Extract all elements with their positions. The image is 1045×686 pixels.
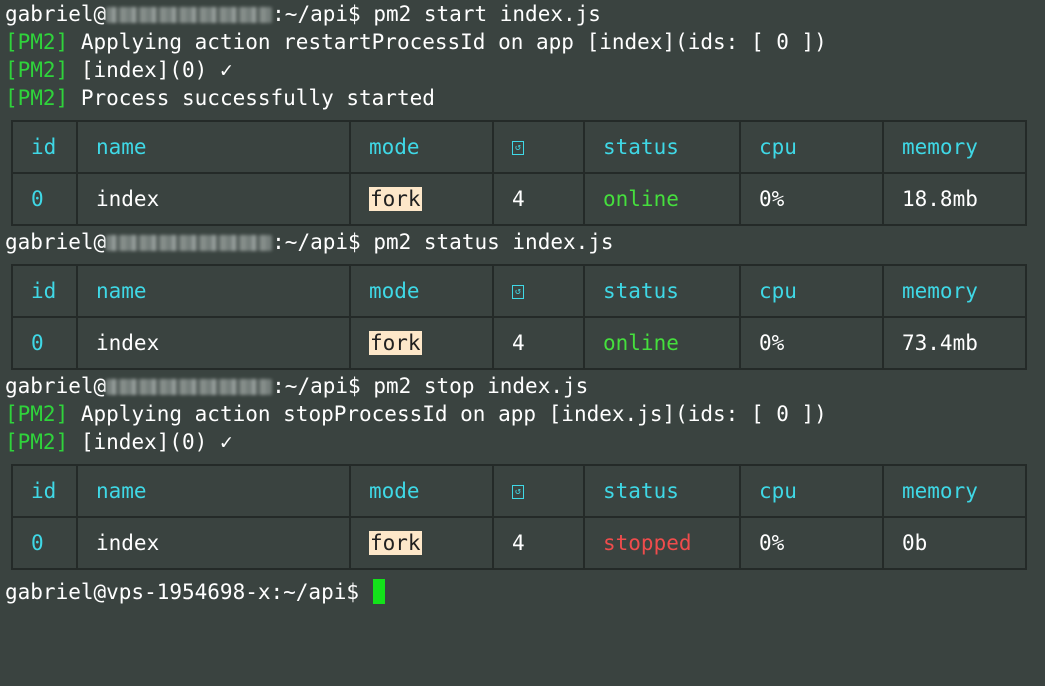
header-name: name: [76, 120, 351, 174]
header-cpu: cpu: [739, 120, 884, 174]
header-mode: mode: [349, 120, 494, 174]
header-restarts: ↺: [492, 120, 585, 174]
cell-restarts: 4: [492, 316, 585, 370]
prompt-text: gabriel@vps-1954698-x:~/api$: [5, 580, 360, 604]
header-memory: memory: [882, 264, 1027, 318]
prompt-line: gabriel@x:~/api$ pm2 status index.js: [5, 228, 1040, 256]
header-name: name: [76, 264, 351, 318]
restart-glyph-icon: ↺: [512, 141, 524, 155]
cell-cpu: 0%: [739, 172, 884, 226]
command-text: pm2 start index.js: [373, 2, 601, 26]
table-header-row: id name mode ↺ status cpu memory: [11, 464, 1027, 518]
terminal-cursor[interactable]: [372, 579, 385, 604]
prompt-user: gabriel@: [5, 230, 107, 254]
pm2-output-line: [PM2] Applying action stopProcessId on a…: [5, 400, 1040, 428]
terminal-window[interactable]: { "session_1": { "prompt_user": "gabriel…: [0, 0, 1045, 686]
cell-status: online: [583, 172, 741, 226]
cell-cpu: 0%: [739, 316, 884, 370]
header-mode: mode: [349, 464, 494, 518]
header-status: status: [583, 120, 741, 174]
cell-mode: fork: [349, 172, 494, 226]
cell-name: index: [76, 172, 351, 226]
header-memory: memory: [882, 120, 1027, 174]
pm2-output-line: [PM2] [index](0) ✓: [5, 428, 1040, 456]
command-text: pm2 status index.js: [373, 230, 614, 254]
cell-name: index: [76, 516, 351, 570]
header-memory: memory: [882, 464, 1027, 518]
table-row: 0 index fork 4 stopped 0% 0b: [11, 516, 1027, 570]
header-restarts: ↺: [492, 464, 585, 518]
cell-status: online: [583, 316, 741, 370]
header-id: id: [11, 264, 78, 318]
redacted-hostname: x: [106, 235, 273, 251]
cell-restarts: 4: [492, 172, 585, 226]
header-id: id: [11, 464, 78, 518]
header-id: id: [11, 120, 78, 174]
pm2-message: Process successfully started: [80, 86, 435, 110]
pm2-output-line: [PM2] Applying action restartProcessId o…: [5, 28, 1040, 56]
mode-badge: fork: [369, 331, 422, 355]
header-status: status: [583, 464, 741, 518]
pm2-output-line: [PM2] [index](0) ✓: [5, 56, 1040, 84]
redacted-hostname: x: [106, 7, 273, 23]
prompt-user: gabriel@: [5, 374, 107, 398]
pm2-message: Applying action stopProcessId on app [in…: [80, 402, 827, 426]
header-cpu: cpu: [739, 264, 884, 318]
restart-glyph-icon: ↺: [512, 285, 524, 299]
cell-memory: 73.4mb: [882, 316, 1027, 370]
pm2-output-line: [PM2] Process successfully started: [5, 84, 1040, 112]
table-header-row: id name mode ↺ status cpu memory: [11, 120, 1027, 174]
prompt-line: gabriel@x:~/api$ pm2 start index.js: [5, 0, 1040, 28]
pm2-tag: [PM2]: [5, 58, 69, 82]
pm2-tag: [PM2]: [5, 402, 69, 426]
header-name: name: [76, 464, 351, 518]
pm2-message: [index](0) ✓: [80, 430, 233, 454]
cell-mode: fork: [349, 316, 494, 370]
redacted-hostname: x: [106, 379, 273, 395]
active-prompt-line[interactable]: gabriel@vps-1954698-x:~/api$: [5, 578, 1040, 606]
header-restarts: ↺: [492, 264, 585, 318]
cell-cpu: 0%: [739, 516, 884, 570]
cell-id: 0: [11, 516, 78, 570]
cell-mode: fork: [349, 516, 494, 570]
prompt-path: :~/api$: [272, 374, 361, 398]
process-table: id name mode ↺ status cpu memory 0 index…: [11, 120, 1040, 226]
cell-id: 0: [11, 316, 78, 370]
pm2-tag: [PM2]: [5, 30, 69, 54]
prompt-line: gabriel@x:~/api$ pm2 stop index.js: [5, 372, 1040, 400]
table-header-row: id name mode ↺ status cpu memory: [11, 264, 1027, 318]
process-table: id name mode ↺ status cpu memory 0 index…: [11, 464, 1040, 570]
table-row: 0 index fork 4 online 0% 73.4mb: [11, 316, 1027, 370]
cell-status: stopped: [583, 516, 741, 570]
process-table: id name mode ↺ status cpu memory 0 index…: [11, 264, 1040, 370]
table-row: 0 index fork 4 online 0% 18.8mb: [11, 172, 1027, 226]
header-status: status: [583, 264, 741, 318]
header-cpu: cpu: [739, 464, 884, 518]
cell-id: 0: [11, 172, 78, 226]
cell-name: index: [76, 316, 351, 370]
mode-badge: fork: [369, 187, 422, 211]
prompt-path: :~/api$: [272, 230, 361, 254]
restart-glyph-icon: ↺: [512, 485, 524, 499]
pm2-tag: [PM2]: [5, 86, 69, 110]
mode-badge: fork: [369, 531, 422, 555]
pm2-message: Applying action restartProcessId on app …: [80, 30, 827, 54]
command-text: pm2 stop index.js: [373, 374, 589, 398]
prompt-user: gabriel@: [5, 2, 107, 26]
cell-memory: 18.8mb: [882, 172, 1027, 226]
cell-restarts: 4: [492, 516, 585, 570]
pm2-message: [index](0) ✓: [80, 58, 233, 82]
terminal-output[interactable]: gabriel@x:~/api$ pm2 start index.js [PM2…: [5, 0, 1040, 606]
header-mode: mode: [349, 264, 494, 318]
prompt-path: :~/api$: [272, 2, 361, 26]
cell-memory: 0b: [882, 516, 1027, 570]
pm2-tag: [PM2]: [5, 430, 69, 454]
